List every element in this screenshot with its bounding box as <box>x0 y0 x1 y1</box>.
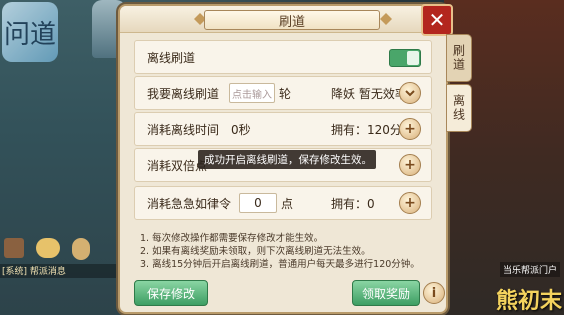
time-value: 0秒 <box>231 123 251 137</box>
note-line: 3. 离线15分钟后开启离线刷道，普通用户每天最多进行120分钟。 <box>140 259 420 270</box>
row-offline-time: 消耗离线时间 0秒 拥有：120分 + <box>134 112 432 146</box>
plus-icon: + <box>404 157 416 173</box>
close-icon: ✕ <box>428 8 446 32</box>
watermark: 熊初末 <box>495 288 562 314</box>
plus-icon: + <box>404 121 416 137</box>
jiji-owned: 拥有：0 <box>331 197 375 211</box>
add-jiji-button[interactable]: + <box>399 192 421 214</box>
plus-icon: + <box>404 195 416 211</box>
ornament-icon <box>380 13 392 25</box>
tooltip: 成功开启离线刷道，保存修改生效。 <box>198 150 376 169</box>
row-jiji: 消耗急急如律令 0 点 拥有：0 + <box>134 186 432 220</box>
add-double-button[interactable]: + <box>399 154 421 176</box>
rounds-input[interactable]: 点击输入 <box>229 83 275 103</box>
row-want-rounds: 我要离线刷道 点击输入 轮 降妖 暂无效率 <box>134 76 432 110</box>
microphone-icon[interactable] <box>72 238 90 260</box>
dialog-header: 刷道 ✕ <box>120 4 453 36</box>
tab-shuadao[interactable]: 刷道 <box>446 34 472 82</box>
gift-icon[interactable] <box>4 238 24 258</box>
close-button[interactable]: ✕ <box>421 4 453 36</box>
notes: 1. 每次修改操作都需要保存修改才能生效。 2. 如果有离线奖励未领取，则下次离… <box>140 232 420 271</box>
game-logo: 问道 <box>2 2 58 62</box>
dialog-title: 刷道 <box>204 10 380 30</box>
row-offline-toggle: 离线刷道 <box>134 40 432 74</box>
chevron-down-icon <box>405 90 415 97</box>
chat-bubble-icon[interactable] <box>36 238 60 258</box>
time-owned: 拥有：120分 <box>331 123 402 137</box>
chat-area: [系统] 帮派消息 <box>0 238 120 315</box>
tab-offline[interactable]: 离线 <box>446 84 472 132</box>
offline-toggle[interactable] <box>389 49 421 67</box>
info-icon[interactable]: i <box>423 282 445 304</box>
save-button[interactable]: 保存修改 <box>134 280 208 306</box>
guild-sign: 当乐帮派门户 <box>499 262 560 277</box>
chevron-down-button[interactable] <box>399 82 421 104</box>
claim-reward-button[interactable]: 领取奖励 <box>352 280 420 306</box>
add-time-button[interactable]: + <box>399 118 421 140</box>
note-line: 1. 每次修改操作都需要保存修改才能生效。 <box>140 233 324 244</box>
jiji-input[interactable]: 0 <box>239 193 277 213</box>
note-line: 2. 如果有离线奖励未领取，则下次离线刷道无法生效。 <box>140 246 371 257</box>
chat-line: [系统] 帮派消息 <box>0 264 120 278</box>
efficiency-status: 降妖 暂无效率 <box>331 87 407 101</box>
